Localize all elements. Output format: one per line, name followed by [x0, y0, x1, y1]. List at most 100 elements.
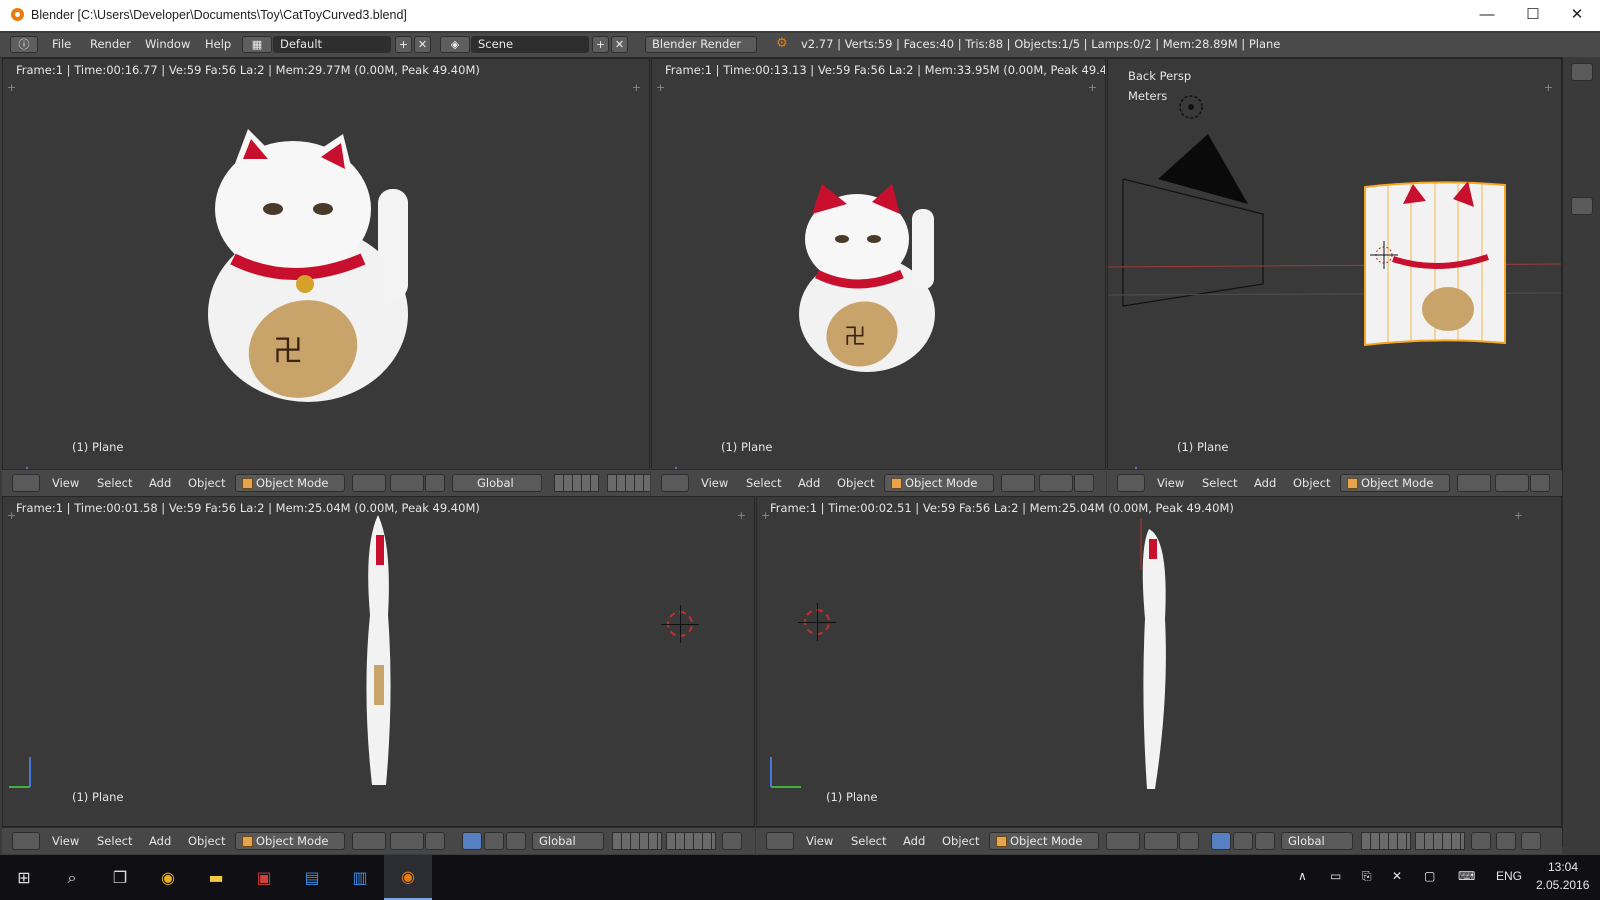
- properties-icon[interactable]: [1571, 63, 1593, 81]
- menu-help[interactable]: Help: [205, 37, 231, 51]
- network-icon[interactable]: ⎘: [1362, 869, 1372, 884]
- opengl-render-icon[interactable]: [1521, 832, 1541, 850]
- scale-manipulator-icon[interactable]: [506, 832, 526, 850]
- clock-date[interactable]: 2.05.2016: [1536, 878, 1589, 892]
- corner-plus-icon[interactable]: +: [632, 81, 641, 94]
- view-menu[interactable]: View: [806, 834, 833, 848]
- volume-mute-icon[interactable]: ✕: [1392, 869, 1402, 883]
- object-mode-dropdown[interactable]: Object Mode: [235, 832, 345, 850]
- add-menu[interactable]: Add: [149, 476, 171, 490]
- pivot-point-icon[interactable]: [390, 474, 424, 492]
- object-menu[interactable]: Object: [188, 476, 225, 490]
- lock-layers-icon[interactable]: [722, 832, 742, 850]
- menu-window[interactable]: Window: [145, 37, 190, 51]
- object-menu[interactable]: Object: [188, 834, 225, 848]
- select-menu[interactable]: Select: [97, 834, 132, 848]
- view-menu[interactable]: View: [701, 476, 728, 490]
- corner-plus-icon[interactable]: +: [737, 509, 746, 522]
- add-scene-button[interactable]: +: [592, 36, 609, 53]
- object-menu[interactable]: Object: [837, 476, 874, 490]
- lock-layers-icon[interactable]: [1471, 832, 1491, 850]
- screen-layout-icon[interactable]: ▦: [242, 36, 272, 53]
- 3d-cursor-icon[interactable]: [661, 605, 699, 643]
- manipulator-icon[interactable]: [425, 474, 445, 492]
- transform-orientation-dropdown[interactable]: Global: [1281, 832, 1353, 850]
- viewport-bottom-right[interactable]: Frame:1 | Time:00:02.51 | Ve:59 Fa:56 La…: [756, 496, 1562, 827]
- layer-buttons[interactable]: [554, 474, 599, 492]
- remove-scene-button[interactable]: ✕: [611, 36, 628, 53]
- task-view-icon[interactable]: ❐: [96, 855, 144, 900]
- chrome-icon[interactable]: ◉: [144, 855, 192, 900]
- menu-file[interactable]: File: [52, 37, 71, 51]
- corner-plus-icon[interactable]: +: [1088, 81, 1097, 94]
- menu-render[interactable]: Render: [90, 37, 131, 51]
- 3d-cursor-icon[interactable]: [798, 603, 836, 641]
- view-menu[interactable]: View: [1157, 476, 1184, 490]
- close-button[interactable]: ✕: [1554, 0, 1600, 31]
- viewport-shading-icon[interactable]: [1001, 474, 1035, 492]
- start-windows-icon[interactable]: ⊞: [0, 855, 48, 900]
- viewport-top-right[interactable]: Back Persp Meters + (1) Plane: [1107, 58, 1562, 495]
- transform-orientation-dropdown[interactable]: Global: [532, 832, 604, 850]
- battery-icon[interactable]: ▭: [1330, 869, 1341, 883]
- layer-buttons[interactable]: [1361, 832, 1411, 850]
- object-menu[interactable]: Object: [942, 834, 979, 848]
- editor-type-3dview-icon[interactable]: [661, 474, 689, 492]
- rotate-manipulator-icon[interactable]: [484, 832, 504, 850]
- editor-type-info-icon[interactable]: ⓘ: [10, 36, 38, 53]
- action-center-icon[interactable]: ▢: [1424, 869, 1435, 883]
- show-hidden-icons[interactable]: ∧: [1298, 869, 1307, 883]
- viewport-top-left[interactable]: Frame:1 | Time:00:16.77 | Ve:59 Fa:56 La…: [2, 58, 650, 495]
- pivot-point-icon[interactable]: [1039, 474, 1073, 492]
- select-menu[interactable]: Select: [97, 476, 132, 490]
- clock-time[interactable]: 13:04: [1548, 860, 1578, 874]
- corner-plus-icon[interactable]: +: [7, 81, 16, 94]
- manipulator-icon[interactable]: [1074, 474, 1094, 492]
- object-mode-dropdown[interactable]: Object Mode: [235, 474, 345, 492]
- view-menu[interactable]: View: [52, 834, 79, 848]
- translate-manipulator-icon[interactable]: [462, 832, 482, 850]
- keyboard-icon[interactable]: ⌨: [1458, 869, 1475, 883]
- viewport-shading-icon[interactable]: [1457, 474, 1491, 492]
- scene-icon[interactable]: ◈: [440, 36, 470, 53]
- manipulator-icon[interactable]: [425, 832, 445, 850]
- object-mode-dropdown[interactable]: Object Mode: [989, 832, 1099, 850]
- add-menu[interactable]: Add: [149, 834, 171, 848]
- app-window-icon[interactable]: ▤: [288, 855, 336, 900]
- add-menu[interactable]: Add: [798, 476, 820, 490]
- viewport-top-middle[interactable]: Frame:1 | Time:00:13.13 | Ve:59 Fa:56 La…: [651, 58, 1106, 495]
- corner-plus-icon[interactable]: +: [656, 81, 665, 94]
- editor-type-3dview-icon[interactable]: [12, 832, 40, 850]
- editor-type-3dview-icon[interactable]: [12, 474, 40, 492]
- activity-monitor-icon[interactable]: ▣: [240, 855, 288, 900]
- store-icon[interactable]: ▥: [336, 855, 384, 900]
- view-menu[interactable]: View: [52, 476, 79, 490]
- layer-buttons[interactable]: [612, 832, 662, 850]
- outliner-icon[interactable]: [1571, 197, 1593, 215]
- select-menu[interactable]: Select: [1202, 476, 1237, 490]
- layer-buttons[interactable]: [1415, 832, 1465, 850]
- viewport-shading-icon[interactable]: [352, 474, 386, 492]
- minimize-button[interactable]: —: [1464, 0, 1510, 31]
- select-menu[interactable]: Select: [746, 476, 781, 490]
- language-indicator[interactable]: ENG: [1496, 869, 1522, 883]
- object-mode-dropdown[interactable]: Object Mode: [1340, 474, 1450, 492]
- render-engine-dropdown[interactable]: Blender Render: [645, 36, 757, 53]
- maximize-button[interactable]: ☐: [1510, 0, 1556, 31]
- viewport-shading-icon[interactable]: [352, 832, 386, 850]
- manipulator-icon[interactable]: [1530, 474, 1550, 492]
- pivot-point-icon[interactable]: [390, 832, 424, 850]
- select-menu[interactable]: Select: [851, 834, 886, 848]
- transform-orientation-dropdown[interactable]: Global: [452, 474, 542, 492]
- corner-plus-icon[interactable]: +: [1514, 509, 1523, 522]
- viewport-bottom-left[interactable]: Frame:1 | Time:00:01.58 | Ve:59 Fa:56 La…: [2, 496, 755, 827]
- scale-manipulator-icon[interactable]: [1255, 832, 1275, 850]
- file-explorer-icon[interactable]: ▬: [192, 855, 240, 900]
- pivot-point-icon[interactable]: [1144, 832, 1178, 850]
- pivot-point-icon[interactable]: [1495, 474, 1529, 492]
- blender-taskbar-icon[interactable]: ◉: [384, 855, 432, 900]
- manipulator-icon[interactable]: [1179, 832, 1199, 850]
- screen-layout-field[interactable]: Default: [273, 36, 391, 53]
- corner-plus-icon[interactable]: +: [761, 509, 770, 522]
- add-menu[interactable]: Add: [1254, 476, 1276, 490]
